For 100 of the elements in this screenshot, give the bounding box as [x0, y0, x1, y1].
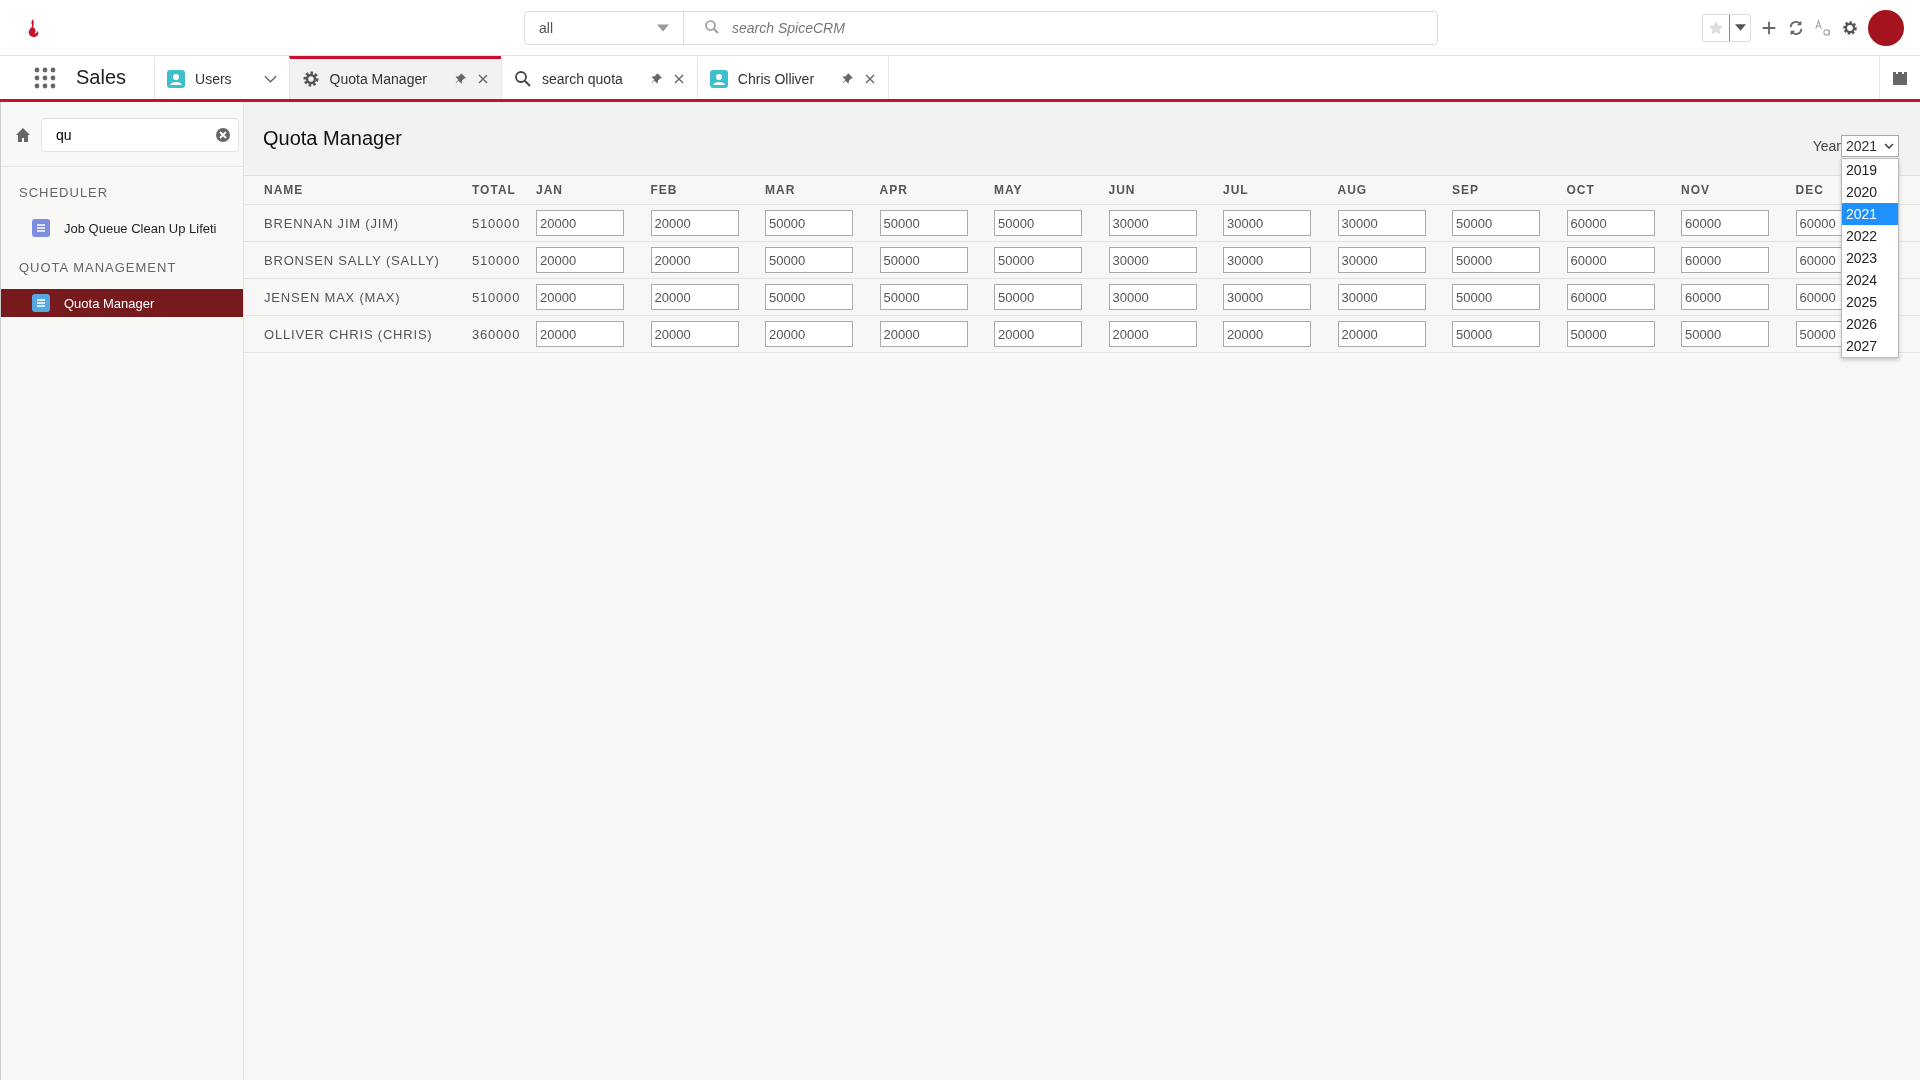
- quota-input[interactable]: 60000: [1681, 210, 1769, 236]
- caret-icon: [1734, 24, 1746, 31]
- quota-input[interactable]: 20000: [536, 321, 624, 347]
- section-heading: SCHEDULER: [18, 184, 110, 202]
- quota-input[interactable]: 50000: [994, 210, 1082, 236]
- user-icon: [709, 70, 728, 88]
- refresh-icon[interactable]: [1787, 18, 1805, 37]
- quota-input[interactable]: 20000: [1108, 321, 1197, 347]
- user-avatar[interactable]: [1868, 9, 1904, 46]
- column-header: MAR: [764, 183, 796, 197]
- tab[interactable]: Quota Manager: [288, 56, 501, 99]
- quota-input[interactable]: 50000: [879, 284, 968, 310]
- quota-input[interactable]: 50000: [879, 247, 968, 273]
- scope-dropdown[interactable]: all: [524, 10, 684, 45]
- table-cell-text: 510000: [471, 289, 522, 305]
- quota-input[interactable]: 20000: [536, 210, 624, 236]
- year-select[interactable]: 2021: [1841, 135, 1899, 157]
- pin-icon[interactable]: [454, 73, 467, 85]
- quota-input[interactable]: 20000: [650, 210, 739, 236]
- gear-icon: [301, 70, 320, 88]
- column-header: TOTAL: [471, 183, 516, 197]
- quota-input[interactable]: 20000: [994, 321, 1082, 347]
- year-label: Year: [1812, 138, 1841, 154]
- column-header: NOV: [1680, 183, 1710, 197]
- column-header: FEB: [649, 183, 678, 197]
- column-header: NAME: [263, 183, 304, 197]
- column-header: OCT: [1565, 183, 1595, 197]
- quota-input[interactable]: 20000: [1223, 321, 1311, 347]
- quota-input[interactable]: 60000: [1681, 247, 1769, 273]
- year-option[interactable]: 2020: [1842, 181, 1898, 203]
- quota-input[interactable]: 20000: [879, 321, 968, 347]
- page-title: Quota Manager: [263, 127, 402, 150]
- table-cell-text: BRONSEN SALLY (SALLY): [263, 252, 441, 268]
- close-icon[interactable]: [672, 73, 685, 85]
- column-header: JUL: [1222, 183, 1249, 197]
- column-header: AUG: [1336, 183, 1368, 197]
- quota-input[interactable]: 30000: [1108, 210, 1197, 236]
- search-icon: [704, 18, 720, 35]
- table-cell-text: OLLIVER CHRIS (CHRIS): [263, 326, 434, 342]
- quota-input[interactable]: 20000: [650, 321, 739, 347]
- quota-input[interactable]: 30000: [1337, 247, 1426, 273]
- column-header: DEC: [1794, 183, 1824, 197]
- home-icon[interactable]: [15, 127, 31, 143]
- sidebar-item[interactable]: Job Queue Clean Up Lifeti: [1, 214, 243, 242]
- quota-input[interactable]: 50000: [994, 284, 1082, 310]
- quota-input[interactable]: 20000: [536, 284, 624, 310]
- quota-input[interactable]: 50000: [1452, 321, 1540, 347]
- search-icon: [513, 70, 532, 88]
- close-icon[interactable]: [476, 73, 489, 85]
- chevron-down-icon: [1884, 143, 1894, 149]
- quota-input[interactable]: 20000: [1337, 321, 1426, 347]
- year-option[interactable]: 2019: [1842, 159, 1898, 181]
- column-header: SEP: [1451, 183, 1479, 197]
- quota-input[interactable]: 50000: [1681, 321, 1769, 347]
- quota-input[interactable]: 50000: [765, 284, 853, 310]
- global-search-field[interactable]: search SpiceCRM: [684, 10, 1438, 45]
- pin-icon[interactable]: [650, 73, 663, 85]
- quota-input[interactable]: 60000: [1681, 284, 1769, 310]
- table-cell-text: JENSEN MAX (MAX): [263, 289, 402, 305]
- quota-input[interactable]: 30000: [1337, 210, 1426, 236]
- quota-input[interactable]: 20000: [536, 247, 624, 273]
- quota-input[interactable]: 20000: [650, 284, 739, 310]
- clear-icon[interactable]: [215, 127, 231, 143]
- pin-icon[interactable]: [842, 73, 855, 85]
- column-header: APR: [878, 183, 908, 197]
- quota-input[interactable]: 20000: [765, 321, 853, 347]
- quota-input[interactable]: 30000: [1108, 284, 1197, 310]
- column-header: JAN: [535, 183, 563, 197]
- quota-input[interactable]: 50000: [1452, 210, 1540, 236]
- quota-input[interactable]: 30000: [1108, 247, 1197, 273]
- table-cell-text: 510000: [471, 215, 522, 231]
- caret-icon: [657, 23, 669, 32]
- quota-input[interactable]: 60000: [1566, 247, 1655, 273]
- column-header: JUN: [1107, 183, 1136, 197]
- close-icon[interactable]: [864, 73, 877, 85]
- quota-input[interactable]: 50000: [765, 247, 853, 273]
- quota-input[interactable]: 30000: [1223, 284, 1311, 310]
- quota-input[interactable]: 30000: [1223, 210, 1311, 236]
- quota-input[interactable]: 60000: [1566, 210, 1655, 236]
- column-header: MAY: [993, 183, 1023, 197]
- section-heading: QUOTA MANAGEMENT: [18, 259, 178, 277]
- quota-input[interactable]: 20000: [650, 247, 739, 273]
- quota-input[interactable]: 50000: [1452, 247, 1540, 273]
- quota-input[interactable]: 30000: [1223, 247, 1311, 273]
- quota-input[interactable]: 50000: [1566, 321, 1655, 347]
- app-title: Sales: [76, 66, 127, 89]
- settings-icon[interactable]: [1841, 18, 1859, 37]
- quota-input[interactable]: 50000: [1452, 284, 1540, 310]
- chevron-down-icon[interactable]: [263, 75, 277, 83]
- quota-input[interactable]: 50000: [994, 247, 1082, 273]
- quota-input[interactable]: 50000: [765, 210, 853, 236]
- quota-input[interactable]: 50000: [879, 210, 968, 236]
- app-launcher-icon[interactable]: [33, 65, 57, 90]
- sidebar-search-field[interactable]: qu: [41, 118, 239, 152]
- table-cell-text: 510000: [471, 252, 522, 268]
- sidebar-item[interactable]: Quota Manager: [1, 289, 243, 317]
- table-cell-text: BRENNAN JIM (JIM): [263, 215, 400, 231]
- quota-input[interactable]: 30000: [1337, 284, 1426, 310]
- quota-input[interactable]: 60000: [1566, 284, 1655, 310]
- calendar-icon[interactable]: [1892, 69, 1908, 86]
